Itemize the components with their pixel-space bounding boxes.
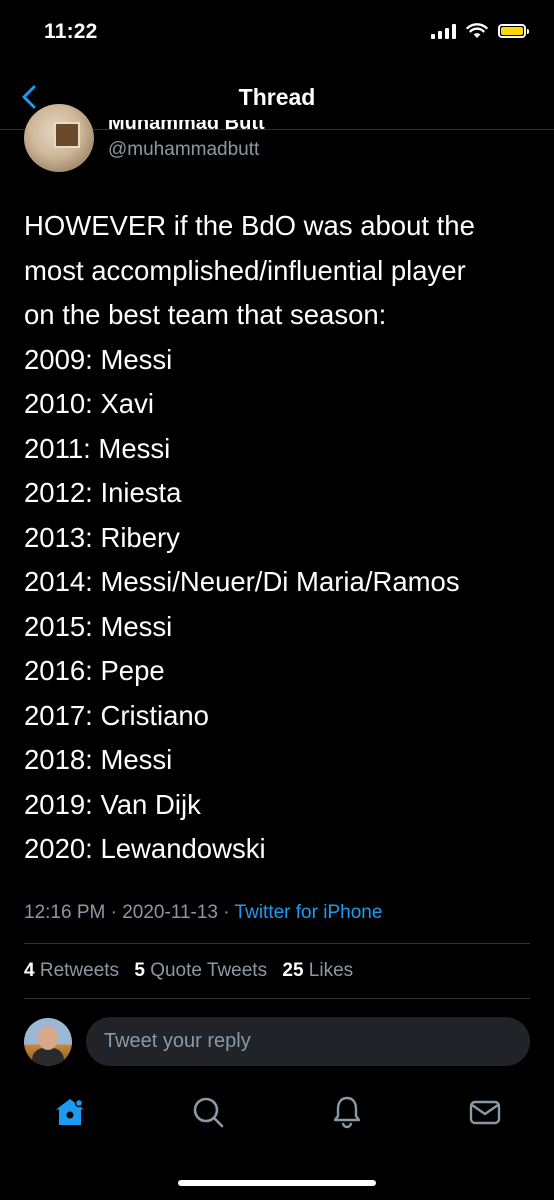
messages-icon: [469, 1100, 501, 1125]
status-time: 11:22: [44, 20, 98, 43]
quote-tweets-stat[interactable]: 5 Quote Tweets: [134, 960, 267, 981]
user-avatar[interactable]: [24, 1018, 72, 1066]
tweet-text-line: 2012: Iniesta: [24, 477, 182, 508]
tweet-text-line: 2020: Lewandowski: [24, 833, 266, 864]
retweets-count: 4: [24, 960, 35, 981]
battery-icon: [498, 23, 529, 38]
likes-count: 25: [282, 960, 304, 981]
tweet-meta: 12:16 PM · 2020-11-13 · Twitter for iPho…: [24, 902, 382, 924]
tweet-date: 2020-11-13: [122, 902, 218, 923]
cellular-signal-icon: [431, 23, 456, 39]
tab-search[interactable]: [190, 1094, 226, 1130]
retweets-label: Retweets: [39, 960, 120, 981]
retweets-stat[interactable]: 4 Retweets: [24, 960, 119, 981]
notifications-icon: [333, 1096, 361, 1129]
author-handle[interactable]: @muhammadbutt: [108, 139, 259, 161]
quotes-count: 5: [134, 960, 145, 981]
tab-messages[interactable]: [467, 1094, 503, 1130]
status-icons: [431, 22, 529, 39]
author-name[interactable]: Muhammad Butt: [108, 120, 265, 135]
tweet-time: 12:16 PM: [24, 902, 106, 923]
home-icon: [56, 1098, 84, 1125]
search-icon: [193, 1097, 224, 1128]
tweet-text-line: 2016: Pepe: [24, 655, 165, 686]
page-title: Thread: [238, 84, 316, 110]
likes-label: Likes: [308, 960, 354, 981]
meta-separator: ·: [218, 902, 235, 923]
tweet-text-line: 2009: Messi: [24, 343, 173, 375]
meta-separator: ·: [105, 902, 123, 923]
tweet-text-line: on the best team that season:: [24, 299, 387, 330]
tweet-source-link[interactable]: Twitter for iPhone: [235, 902, 383, 923]
wifi-icon: [466, 23, 488, 38]
tweet-stats: 4 Retweets 5 Quote Tweets 25 Likes: [24, 960, 353, 982]
author-avatar[interactable]: [24, 104, 94, 172]
tweet-text-line: 2019: Van Dijk: [24, 788, 201, 820]
tweet-text-line: HOWEVER if the BdO was about the: [24, 210, 475, 241]
tweet-text-line: 2011: Messi: [24, 432, 171, 464]
tweet-text-line: 2018: Messi: [24, 744, 173, 775]
divider: [24, 943, 530, 944]
likes-stat[interactable]: 25 Likes: [282, 960, 353, 981]
divider: [24, 998, 530, 999]
quotes-label: Quote Tweets: [150, 960, 268, 981]
tweet-text-line: most accomplished/influential player: [24, 254, 466, 286]
tab-home[interactable]: [52, 1094, 88, 1130]
tweet-text-line: 2014: Messi/Neuer/Di Maria/Ramos: [24, 566, 460, 597]
home-indicator: [178, 1180, 376, 1186]
tweet-text-line: 2013: Ribery: [24, 521, 180, 553]
tweet-body: HOWEVER if the BdO was about the most acc…: [24, 204, 544, 872]
tweet-text-line: 2010: Xavi: [24, 388, 154, 419]
reply-input[interactable]: [86, 1017, 530, 1066]
tweet-text-line: 2015: Messi: [24, 610, 173, 642]
tweet-text-line: 2017: Cristiano: [24, 699, 209, 731]
tab-notifications[interactable]: [329, 1094, 365, 1130]
